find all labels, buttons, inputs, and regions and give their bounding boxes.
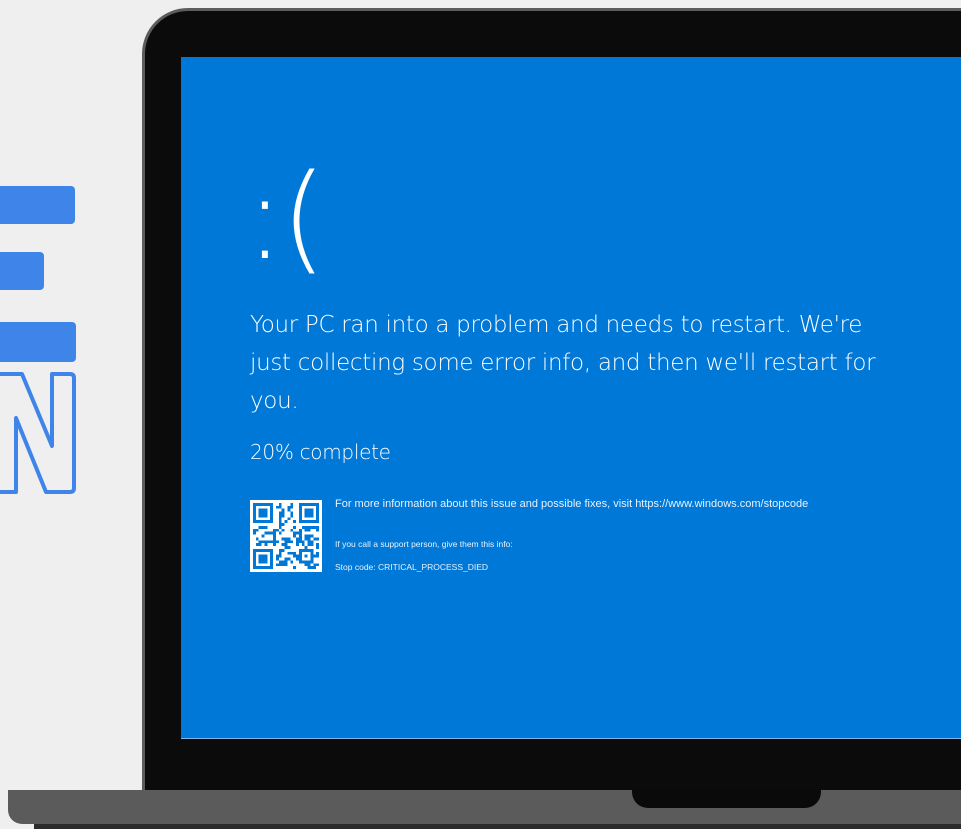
brand-logo-icon [0, 180, 80, 500]
laptop-notch [632, 790, 821, 808]
logo-bar-bottom [0, 322, 76, 362]
progress-text: 20% complete [250, 440, 391, 464]
qr-code-icon[interactable] [250, 500, 322, 572]
logo-bar-top [0, 186, 75, 224]
error-message: Your PC ran into a problem and needs to … [250, 312, 876, 414]
logo-n-letter-icon [0, 372, 76, 494]
more-info-text: For more information about this issue an… [335, 498, 809, 510]
logo-bar-middle [0, 252, 44, 290]
sad-face-emoticon: :( [245, 148, 327, 286]
support-info-text: If you call a support person, give them … [335, 539, 513, 549]
stop-code-text: Stop code: CRITICAL_PROCESS_DIED [335, 562, 489, 572]
